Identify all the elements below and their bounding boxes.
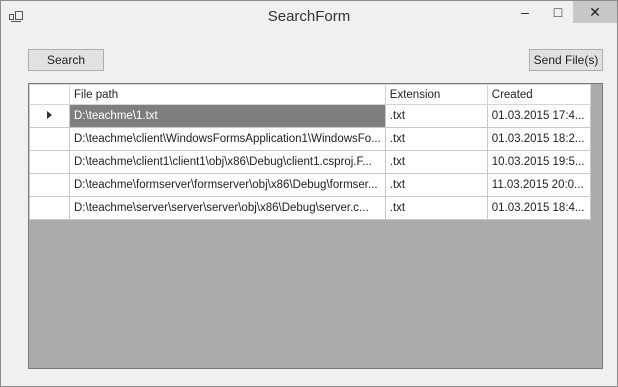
cell-created[interactable]: 11.03.2015 20:0... [486, 173, 591, 197]
cell-extension[interactable]: .txt [384, 196, 488, 220]
row-header[interactable] [29, 173, 70, 197]
cell-created[interactable]: 10.03.2015 19:5... [486, 150, 591, 174]
cell-file-path[interactable]: D:\teachme\client1\client1\obj\x86\Debug… [69, 150, 386, 174]
cell-file-path[interactable]: D:\teachme\formserver\formserver\obj\x86… [69, 173, 386, 197]
column-header-created[interactable]: Created [486, 84, 591, 105]
column-header-extension[interactable]: Extension [384, 84, 488, 105]
minimize-button[interactable]: – [511, 1, 539, 23]
row-header[interactable] [29, 127, 70, 151]
corner-header[interactable] [29, 84, 70, 105]
send-files-button[interactable]: Send File(s) [529, 49, 603, 71]
cell-extension[interactable]: .txt [384, 150, 488, 174]
cell-extension[interactable]: .txt [384, 127, 488, 151]
row-header[interactable] [29, 104, 70, 128]
cell-created[interactable]: 01.03.2015 17:4... [486, 104, 591, 128]
table-row[interactable]: D:\teachme\client1\client1\obj\x86\Debug… [29, 150, 591, 174]
cell-created[interactable]: 01.03.2015 18:2... [486, 127, 591, 151]
cell-extension[interactable]: .txt [384, 104, 488, 128]
file-table: File path Extension Created D:\teachme\1… [29, 84, 591, 220]
current-row-arrow-icon [47, 111, 52, 119]
search-form-window: SearchForm – □ ✕ Search Send File(s) Fil… [0, 0, 618, 387]
cell-file-path[interactable]: D:\teachme\1.txt [69, 104, 386, 128]
cell-extension[interactable]: .txt [384, 173, 488, 197]
table-row[interactable]: D:\teachme\1.txt .txt 01.03.2015 17:4... [29, 104, 591, 128]
maximize-button[interactable]: □ [544, 1, 572, 23]
close-button[interactable]: ✕ [573, 1, 617, 23]
cell-created[interactable]: 01.03.2015 18:4... [486, 196, 591, 220]
cell-file-path[interactable]: D:\teachme\server\server\server\obj\x86\… [69, 196, 386, 220]
table-row[interactable]: D:\teachme\formserver\formserver\obj\x86… [29, 173, 591, 197]
table-row[interactable]: D:\teachme\server\server\server\obj\x86\… [29, 196, 591, 220]
row-header[interactable] [29, 196, 70, 220]
search-button[interactable]: Search [28, 49, 104, 71]
column-header-file-path[interactable]: File path [69, 84, 386, 105]
header-row: File path Extension Created [29, 84, 591, 105]
cell-file-path[interactable]: D:\teachme\client\WindowsFormsApplicatio… [69, 127, 386, 151]
title-bar[interactable]: SearchForm – □ ✕ [1, 1, 617, 33]
file-grid[interactable]: File path Extension Created D:\teachme\1… [28, 83, 603, 369]
table-row[interactable]: D:\teachme\client\WindowsFormsApplicatio… [29, 127, 591, 151]
row-header[interactable] [29, 150, 70, 174]
